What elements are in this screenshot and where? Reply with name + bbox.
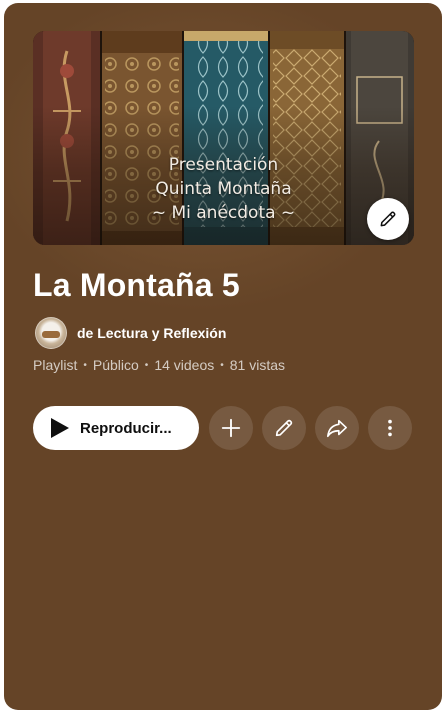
share-button[interactable] — [315, 406, 359, 450]
thumbnail-line-3: ~ Mi anécdota ~ — [151, 203, 296, 223]
plus-icon — [220, 417, 242, 439]
meta-visibility: Público — [92, 357, 139, 373]
add-to-button[interactable] — [209, 406, 253, 450]
meta-separator: • — [144, 359, 149, 371]
avatar[interactable] — [35, 317, 67, 349]
more-vert-icon — [379, 417, 401, 439]
share-icon — [325, 417, 349, 439]
meta-views: 81 vistas — [229, 357, 286, 373]
playlist-card: Presentación Quinta Montaña ~ Mi anécdot… — [4, 3, 442, 710]
thumbnail-line-2: Quinta Montaña — [155, 179, 292, 199]
action-bar: Reproducir... — [33, 406, 412, 450]
pencil-icon — [273, 417, 295, 439]
play-all-label: Reproducir... — [80, 419, 172, 437]
more-actions-button[interactable] — [368, 406, 412, 450]
meta-separator: • — [83, 359, 87, 371]
edit-thumbnail-button[interactable] — [367, 198, 409, 240]
playlist-owner[interactable]: de Lectura y Reflexión — [35, 317, 226, 349]
playlist-title: La Montaña 5 — [33, 267, 240, 303]
meta-separator: • — [220, 359, 224, 371]
thumbnail-line-1: Presentación — [168, 155, 279, 175]
playlist-thumbnail[interactable]: Presentación Quinta Montaña ~ Mi anécdot… — [33, 31, 414, 245]
play-all-button[interactable]: Reproducir... — [33, 406, 199, 450]
edit-playlist-button[interactable] — [262, 406, 306, 450]
pencil-icon — [378, 209, 398, 229]
play-icon — [50, 417, 70, 439]
meta-type: Playlist — [33, 357, 78, 373]
meta-videos: 14 videos — [154, 357, 215, 373]
owner-name[interactable]: de Lectura y Reflexión — [77, 325, 226, 341]
playlist-meta: Playlist • Público • 14 videos • 81 vist… — [33, 357, 285, 373]
